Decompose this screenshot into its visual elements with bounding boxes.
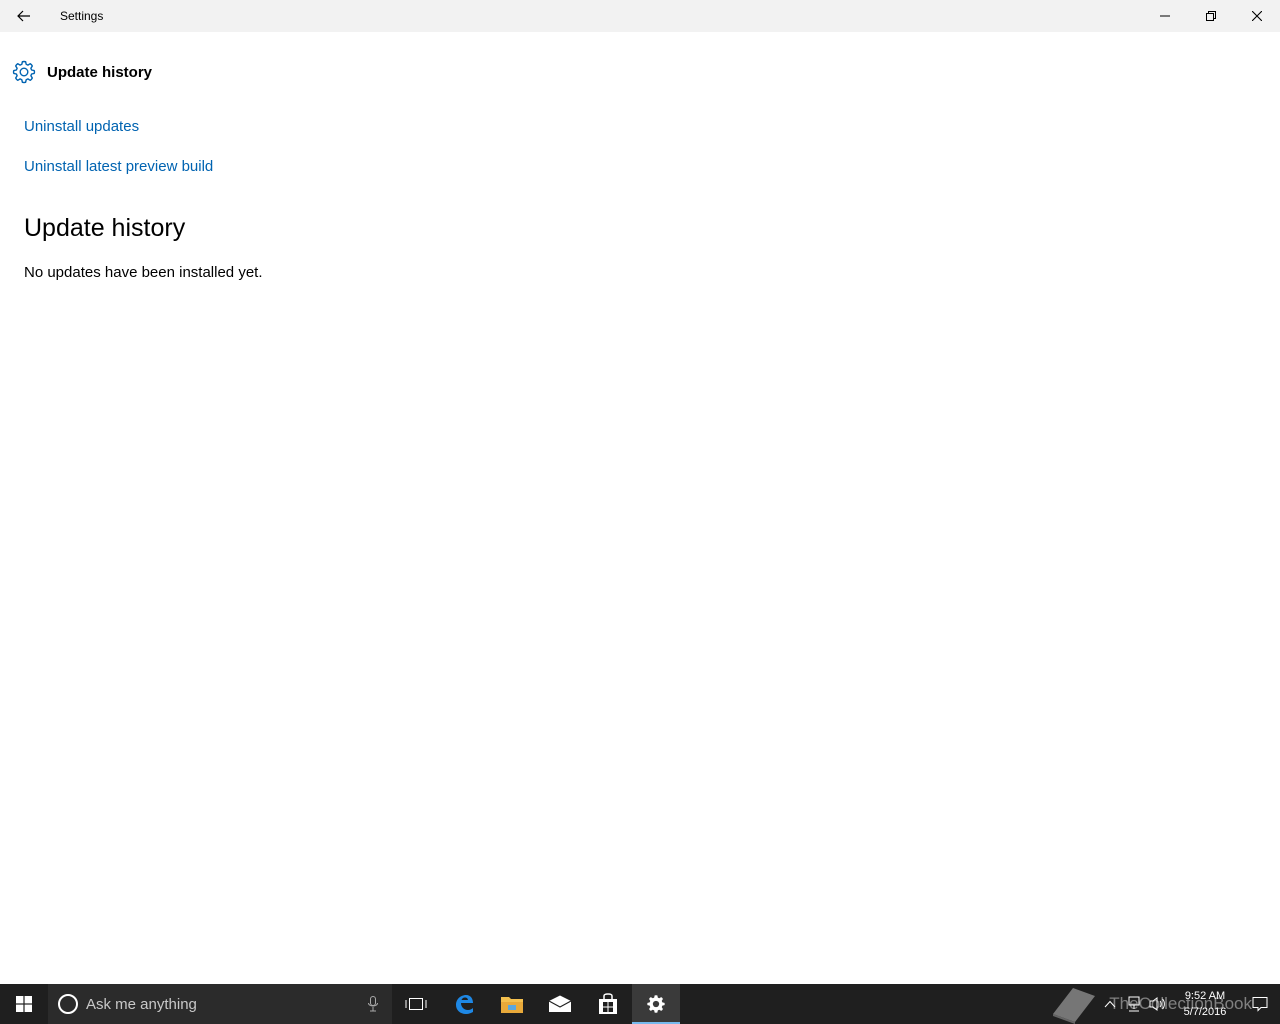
microphone-icon[interactable]: [368, 996, 378, 1012]
edge-button[interactable]: [440, 984, 488, 1024]
taskbar: Ask me anything TheCollectionBook 9:52 A…: [0, 984, 1280, 1024]
edge-icon: [456, 995, 473, 1014]
mail-button[interactable]: [536, 984, 584, 1024]
settings-taskbar-button[interactable]: [632, 984, 680, 1024]
section-heading: Update history: [24, 214, 186, 242]
action-center-button[interactable]: [1240, 984, 1280, 1024]
network-icon: [1128, 996, 1140, 1012]
minimize-button[interactable]: [1142, 0, 1188, 32]
page-title: Update history: [47, 63, 153, 81]
system-tray: 9:52 AM 5/7/2016: [1098, 984, 1280, 1024]
restore-button[interactable]: [1188, 0, 1234, 32]
cortana-search-box[interactable]: Ask me anything: [48, 984, 392, 1024]
restore-icon: [1206, 11, 1216, 21]
uninstall-preview-build-link[interactable]: Uninstall latest preview build: [24, 158, 213, 175]
window-controls: [1142, 0, 1280, 32]
store-button[interactable]: [584, 984, 632, 1024]
title-bar: Settings: [0, 0, 1280, 32]
search-placeholder: Ask me anything: [86, 995, 197, 1013]
gear-icon: [12, 60, 36, 84]
windows-logo-icon: [16, 996, 32, 1012]
task-view-icon: [405, 998, 427, 1010]
close-button[interactable]: [1234, 0, 1280, 32]
close-icon: [1252, 11, 1262, 21]
book-logo-icon: [1053, 988, 1096, 1024]
back-arrow-icon: [17, 10, 30, 22]
start-button[interactable]: [0, 984, 48, 1024]
store-icon: [599, 993, 617, 1014]
file-explorer-icon: [501, 997, 523, 1013]
uninstall-updates-link[interactable]: Uninstall updates: [24, 118, 139, 135]
taskbar-clock[interactable]: 9:52 AM 5/7/2016: [1170, 984, 1240, 1024]
clock-date: 5/7/2016: [1183, 1006, 1227, 1018]
window-title: Settings: [60, 9, 104, 23]
mail-icon: [548, 995, 572, 1012]
chevron-up-icon: [1104, 1000, 1116, 1008]
volume-button[interactable]: [1146, 984, 1170, 1024]
show-hidden-icons-button[interactable]: [1098, 984, 1122, 1024]
file-explorer-button[interactable]: [488, 984, 536, 1024]
notification-icon: [1252, 997, 1268, 1012]
empty-history-message: No updates have been installed yet.: [24, 264, 263, 281]
settings-content: Update history Uninstall updates Uninsta…: [0, 32, 1280, 984]
network-button[interactable]: [1122, 984, 1146, 1024]
settings-icon: [647, 995, 665, 1013]
cortana-icon: [58, 994, 78, 1014]
task-view-button[interactable]: [392, 984, 440, 1024]
clock-time: 9:52 AM: [1184, 990, 1226, 1002]
back-button[interactable]: [0, 0, 48, 32]
speaker-icon: [1149, 997, 1165, 1011]
page-header: Update history: [12, 60, 152, 84]
minimize-icon: [1160, 15, 1170, 17]
